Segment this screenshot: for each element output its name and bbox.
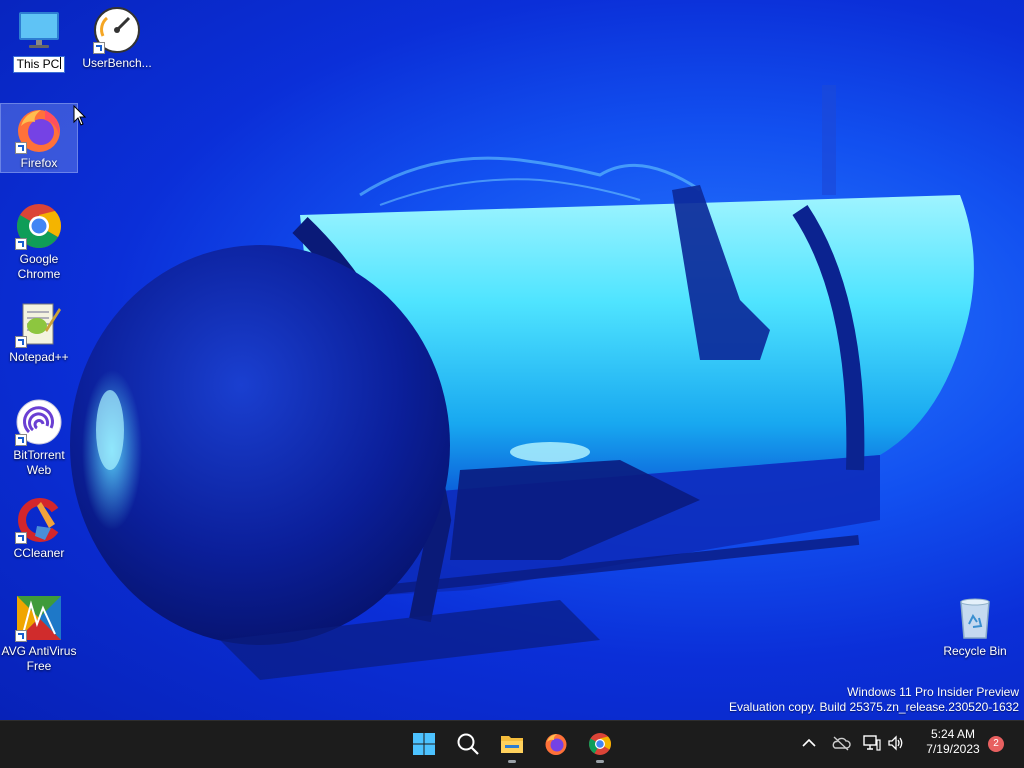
chevron-up-icon[interactable] [802, 738, 816, 748]
desktop[interactable]: This PC UserBench... Firefox Google Chro… [0, 0, 1024, 720]
mouse-cursor-icon [73, 105, 87, 126]
desktop-icon-recycle-bin[interactable]: Recycle Bin [937, 594, 1013, 659]
firefox-icon [15, 106, 63, 154]
folder-icon [501, 736, 523, 753]
search-icon [457, 733, 479, 755]
firefox-icon [545, 734, 567, 755]
shortcut-arrow-icon [15, 630, 27, 642]
shortcut-arrow-icon [15, 142, 27, 154]
ccleaner-icon [15, 496, 63, 544]
desktop-icon-firefox[interactable]: Firefox [0, 103, 78, 173]
search-button[interactable] [449, 725, 487, 763]
notification-badge[interactable]: 2 [988, 736, 1004, 752]
chrome-icon [589, 733, 611, 755]
evaluation-watermark: Windows 11 Pro Insider Preview Evaluatio… [729, 685, 1019, 715]
desktop-icon-label: Notepad++ [9, 350, 69, 364]
desktop-icon-label: Recycle Bin [943, 644, 1007, 658]
desktop-icon-label: Google Chrome [17, 252, 61, 281]
watermark-build: Evaluation copy. Build 25375.zn_release.… [729, 700, 1019, 714]
rename-input[interactable]: This PC [12, 56, 66, 73]
volume-icon[interactable] [887, 735, 905, 751]
desktop-icon-label: UserBench... [82, 56, 152, 70]
watermark-edition: Windows 11 Pro Insider Preview [847, 685, 1019, 699]
running-indicator [508, 760, 516, 763]
shortcut-arrow-icon [15, 238, 27, 250]
desktop-icon-avg-antivirus-free[interactable]: AVG AntiVirus Free [1, 594, 77, 674]
notepad-icon [15, 300, 63, 348]
start-button[interactable] [405, 725, 443, 763]
monitor-icon [15, 6, 63, 54]
clock-time: 5:24 AM [930, 727, 976, 741]
chrome-icon [15, 202, 63, 250]
firefox-taskbar-button[interactable] [537, 725, 575, 763]
system-clock[interactable]: 5:24 AM 7/19/2023 [918, 727, 988, 757]
desktop-icon-userbenchmark[interactable]: UserBench... [79, 6, 155, 71]
desktop-icon-label: BitTorrent Web [13, 448, 65, 477]
running-indicator [596, 760, 604, 763]
avg-icon [15, 594, 63, 642]
clock-date: 7/19/2023 [926, 742, 980, 756]
desktop-icon-bittorrent-web[interactable]: BitTorrent Web [1, 398, 77, 478]
speedometer-icon [93, 6, 141, 54]
desktop-icon-label: AVG AntiVirus Free [1, 644, 77, 673]
desktop-icon-ccleaner[interactable]: CCleaner [1, 496, 77, 561]
desktop-icon-google-chrome[interactable]: Google Chrome [1, 202, 77, 282]
recycle-bin-icon [951, 594, 999, 642]
desktop-icon-this-pc[interactable]: This PC [1, 6, 77, 73]
shortcut-arrow-icon [15, 434, 27, 446]
file-explorer-button[interactable] [493, 725, 531, 763]
windows-logo-icon [413, 733, 435, 755]
taskbar [0, 720, 1024, 768]
shortcut-arrow-icon [15, 532, 27, 544]
bittorrent-icon [15, 398, 63, 446]
shortcut-arrow-icon [93, 42, 105, 54]
desktop-icon-label: Firefox [20, 156, 58, 170]
onedrive-icon[interactable] [831, 735, 851, 751]
desktop-icon-notepad-plus-plus[interactable]: Notepad++ [1, 300, 77, 365]
network-icon[interactable] [863, 735, 881, 751]
chrome-taskbar-button[interactable] [581, 725, 619, 763]
shortcut-arrow-icon [15, 336, 27, 348]
wallpaper-image [70, 85, 974, 680]
desktop-icon-label: CCleaner [13, 546, 65, 560]
